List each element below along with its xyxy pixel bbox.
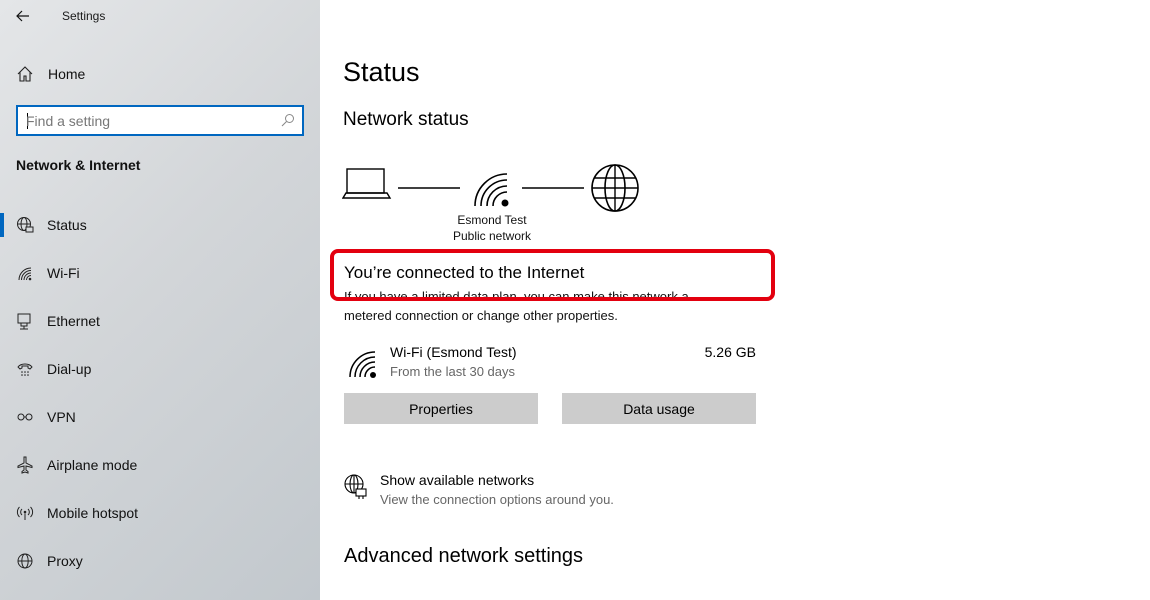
sidebar-item-label: Dial-up bbox=[47, 361, 92, 377]
main-content: Status Network status Esmond Test Public… bbox=[320, 0, 1150, 600]
advanced-network-settings-heading: Advanced network settings bbox=[344, 545, 584, 567]
home-nav-item[interactable]: Home bbox=[0, 58, 320, 88]
network-type-label: Public network bbox=[452, 229, 532, 243]
connection-summary: Wi-Fi (Esmond Test) From the last 30 day… bbox=[344, 340, 756, 384]
show-networks-subtitle: View the connection options around you. bbox=[380, 492, 614, 507]
usage-period: From the last 30 days bbox=[390, 364, 515, 379]
sidebar-item-label: Mobile hotspot bbox=[47, 505, 139, 521]
network-name-label: Esmond Test bbox=[457, 213, 527, 227]
back-button[interactable] bbox=[10, 4, 36, 28]
sidebar-item-airplane-mode[interactable]: Airplane mode bbox=[0, 445, 320, 485]
properties-button[interactable]: Properties bbox=[344, 393, 538, 424]
show-networks-title: Show available networks bbox=[380, 472, 535, 488]
data-usage-button[interactable]: Data usage bbox=[562, 393, 756, 424]
search-box[interactable] bbox=[16, 105, 304, 136]
search-icon[interactable] bbox=[281, 113, 295, 127]
sidebar-item-status[interactable]: Status bbox=[0, 205, 320, 245]
title-bar: Settings bbox=[0, 0, 320, 32]
globe-network-icon bbox=[17, 217, 34, 233]
network-status-heading: Network status bbox=[343, 109, 469, 130]
sidebar-item-label: Wi-Fi bbox=[47, 265, 80, 281]
sidebar-item-label: Status bbox=[47, 217, 87, 233]
sidebar-item-label: VPN bbox=[47, 409, 76, 425]
wifi-icon bbox=[349, 351, 376, 378]
hotspot-icon bbox=[16, 506, 34, 520]
globe-network-icon bbox=[344, 474, 367, 499]
active-indicator bbox=[0, 213, 4, 237]
vpn-icon bbox=[17, 413, 33, 421]
sidebar-item-label: Proxy bbox=[47, 553, 83, 569]
internet-globe-icon bbox=[591, 164, 639, 212]
search-input[interactable] bbox=[26, 111, 276, 131]
description-line-2: metered connection or change other prope… bbox=[344, 308, 618, 323]
data-usage-amount: 5.26 GB bbox=[704, 344, 756, 360]
back-arrow-icon bbox=[16, 10, 29, 22]
sidebar-item-dialup[interactable]: Dial-up bbox=[0, 349, 320, 389]
sidebar-item-label: Ethernet bbox=[47, 313, 100, 329]
red-highlight-annotation bbox=[330, 249, 775, 301]
show-available-networks-link[interactable]: Show available networks View the connect… bbox=[344, 470, 744, 510]
sidebar-item-ethernet[interactable]: Ethernet bbox=[0, 301, 320, 341]
globe-icon bbox=[17, 553, 33, 569]
ethernet-icon bbox=[17, 313, 31, 330]
home-icon bbox=[17, 66, 33, 82]
dialup-icon bbox=[17, 363, 33, 376]
sidebar-item-mobile-hotspot[interactable]: Mobile hotspot bbox=[0, 493, 320, 533]
window-title: Settings bbox=[62, 9, 106, 23]
laptop-icon bbox=[342, 168, 392, 199]
page-title: Status bbox=[343, 57, 420, 87]
sidebar-item-wifi[interactable]: Wi-Fi bbox=[0, 253, 320, 293]
connection-name: Wi-Fi (Esmond Test) bbox=[390, 344, 517, 360]
wifi-signal-icon bbox=[474, 173, 509, 207]
airplane-icon bbox=[17, 456, 33, 474]
sidebar-item-vpn[interactable]: VPN bbox=[0, 397, 320, 437]
home-label: Home bbox=[48, 66, 86, 82]
section-title: Network & Internet bbox=[16, 157, 141, 173]
sidebar: Settings Home Network & Internet Status bbox=[0, 0, 320, 600]
wifi-icon bbox=[18, 267, 32, 281]
sidebar-item-proxy[interactable]: Proxy bbox=[0, 541, 320, 581]
sidebar-item-label: Airplane mode bbox=[47, 457, 138, 473]
